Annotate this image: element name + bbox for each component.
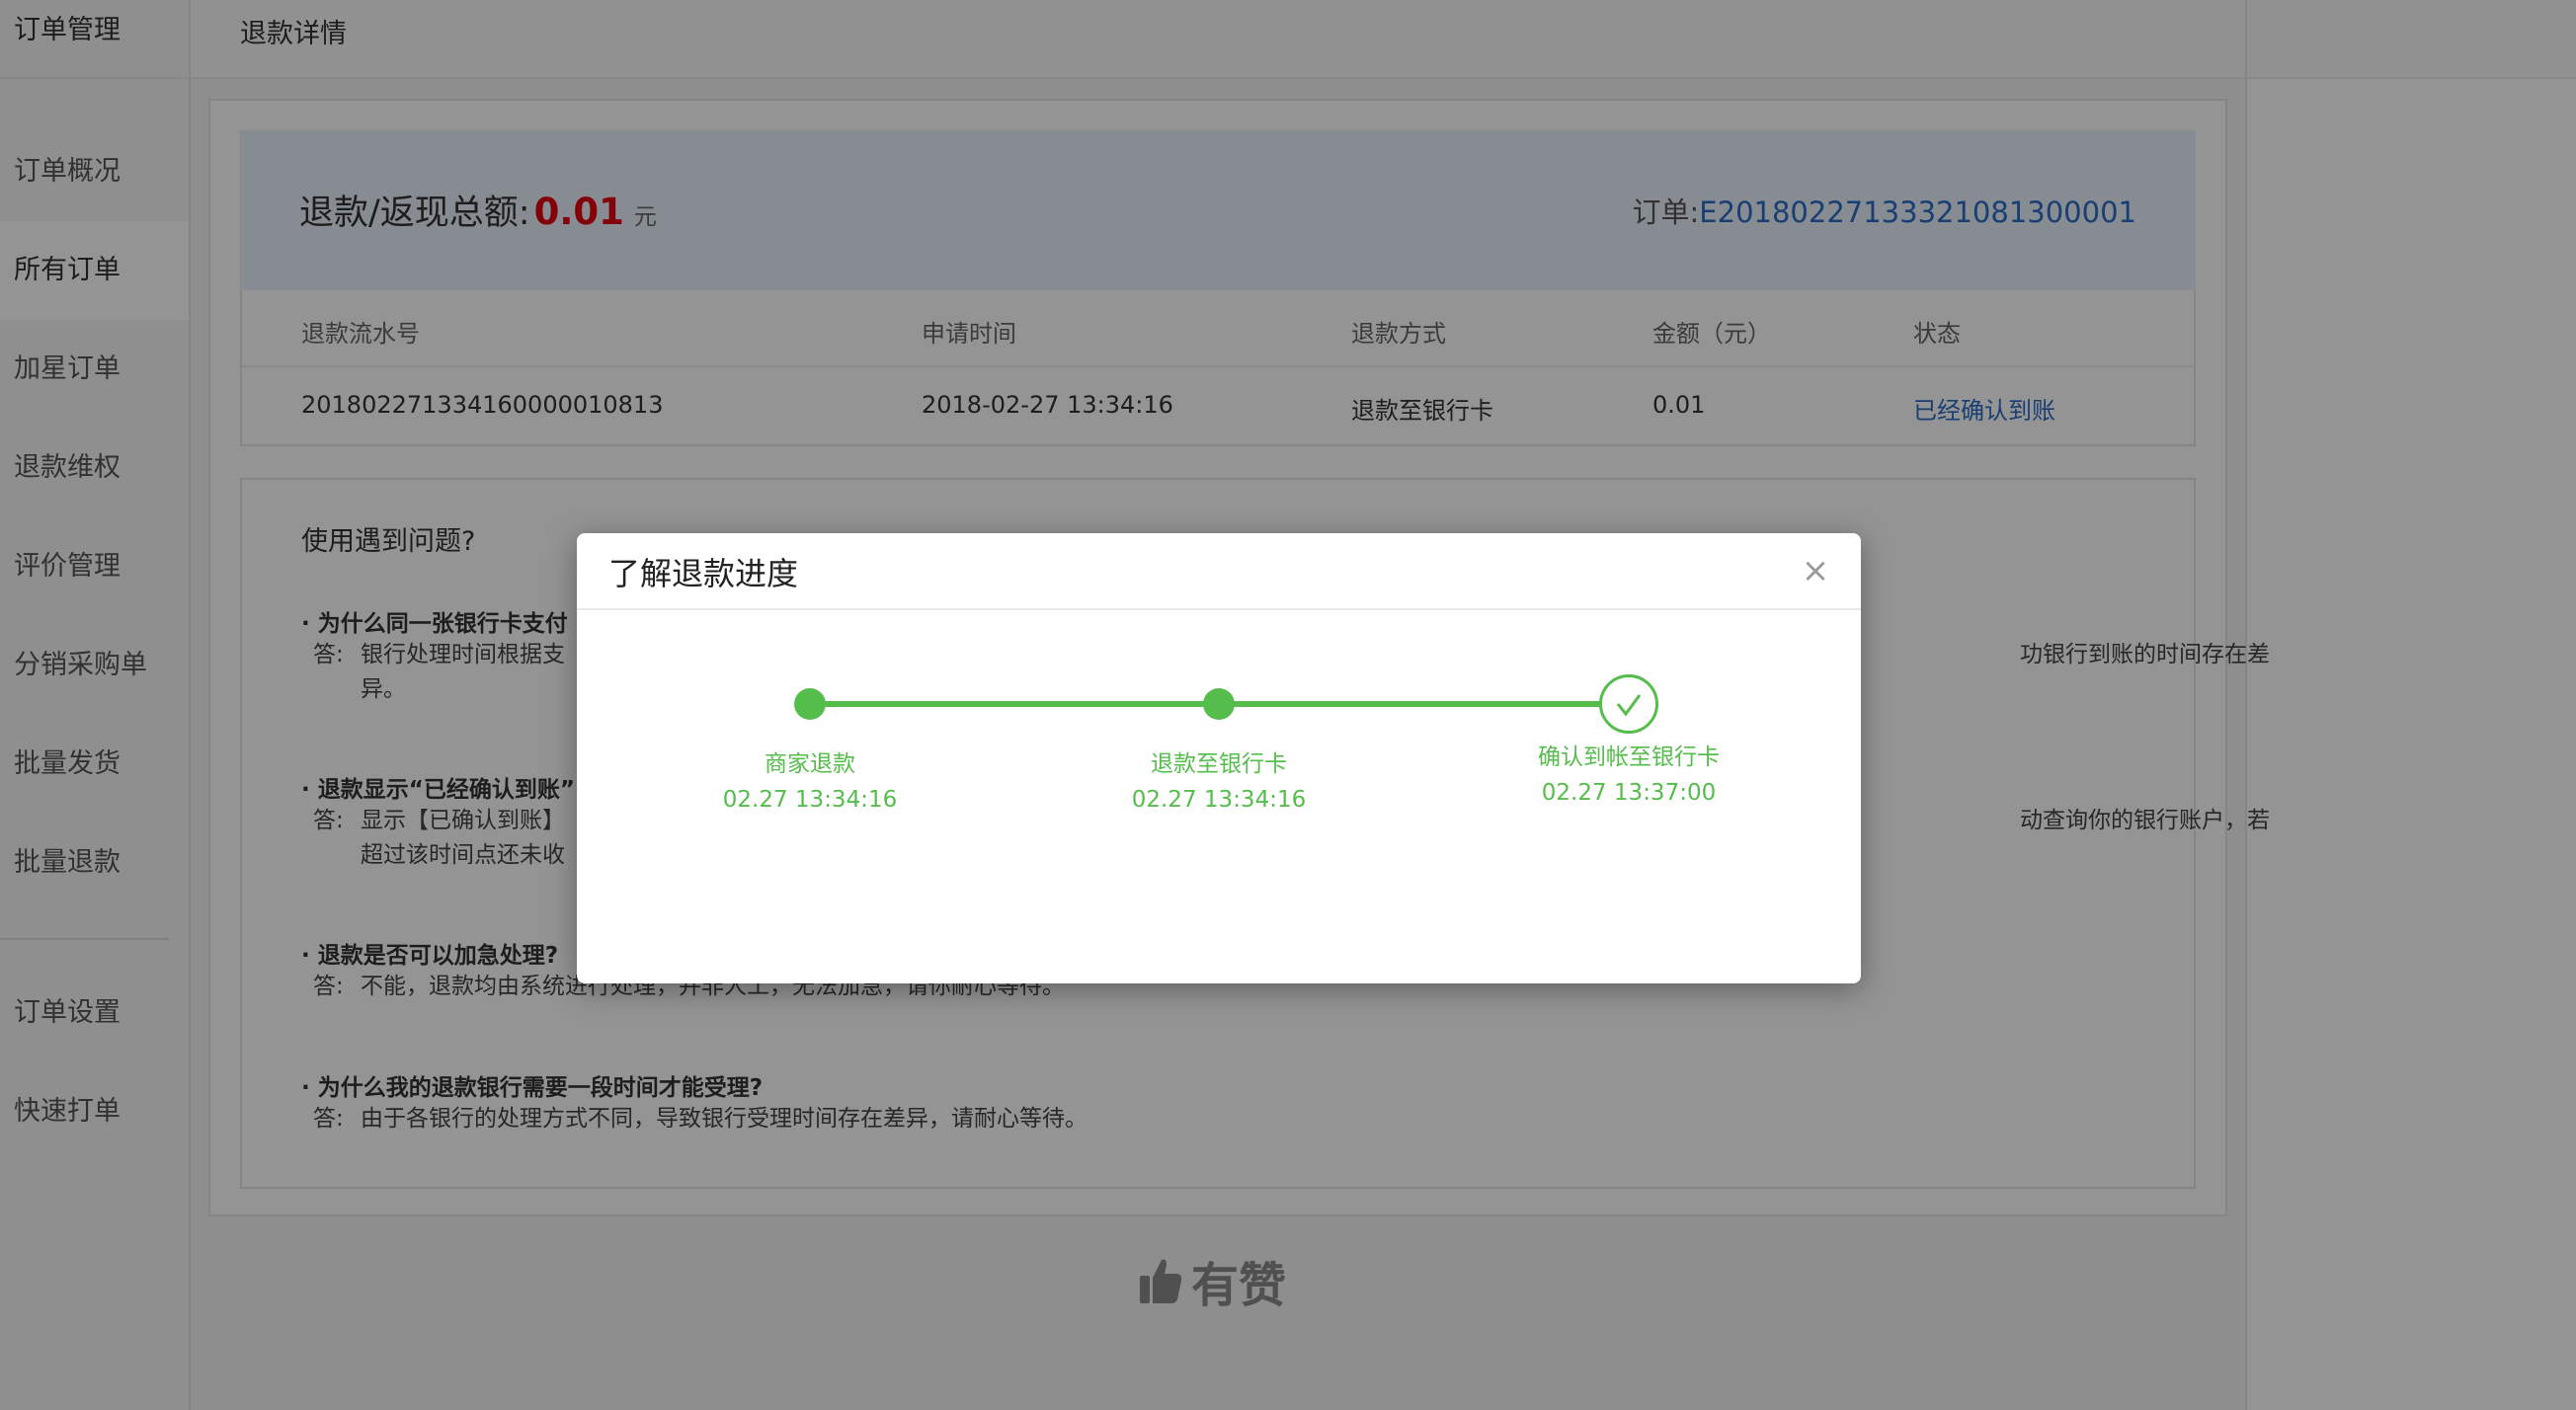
step-1-label: 商家退款 02.27 13:34:16	[652, 746, 968, 818]
step-3-check-icon	[1599, 674, 1658, 734]
step-2-dot	[1203, 688, 1235, 720]
progress-line-1	[810, 701, 1219, 707]
step-2-name: 退款至银行卡	[1151, 751, 1287, 777]
progress-line-2	[1219, 701, 1630, 707]
step-1-name: 商家退款	[765, 751, 855, 777]
progress-track: 商家退款 02.27 13:34:16 退款至银行卡 02.27 13:34:1…	[577, 610, 1861, 983]
step-2-label: 退款至银行卡 02.27 13:34:16	[1061, 746, 1377, 818]
refund-progress-modal: 了解退款进度 × 商家退款 02.27 13:34:16 退款至银行卡 02.2…	[577, 533, 1861, 983]
step-3-label: 确认到帐至银行卡 02.27 13:37:00	[1471, 740, 1787, 811]
step-3-name: 确认到帐至银行卡	[1538, 744, 1720, 770]
step-1-time: 02.27 13:34:16	[722, 787, 898, 813]
step-2-time: 02.27 13:34:16	[1131, 787, 1307, 813]
modal-title: 了解退款进度	[608, 555, 799, 592]
check-icon	[1616, 694, 1642, 717]
modal-header: 了解退款进度 ×	[577, 533, 1861, 610]
step-3-time: 02.27 13:37:00	[1541, 780, 1717, 806]
close-icon[interactable]: ×	[1796, 551, 1835, 590]
step-1-dot	[794, 688, 826, 720]
